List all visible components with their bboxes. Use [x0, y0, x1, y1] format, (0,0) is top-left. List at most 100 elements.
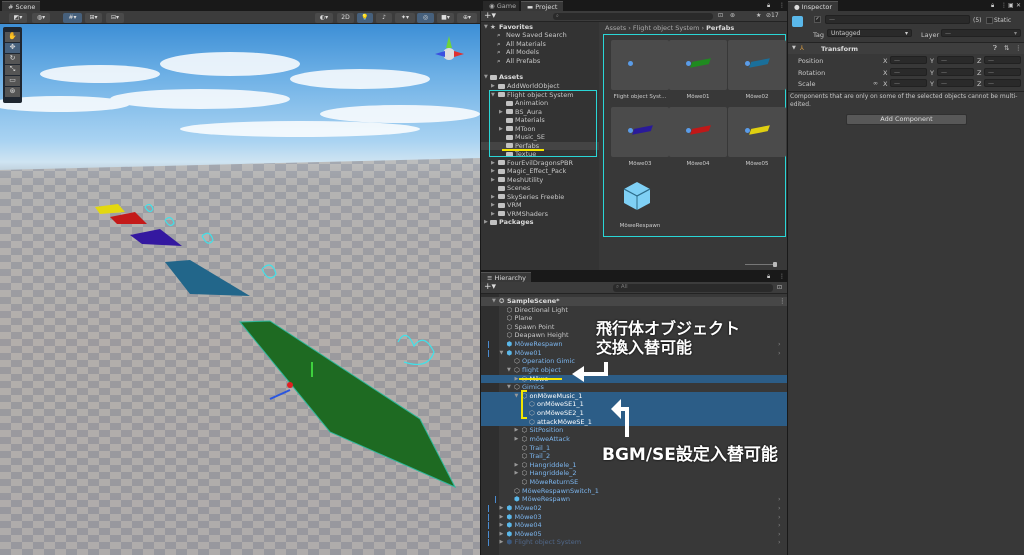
expand-arrow-icon[interactable]: ▶ [500, 530, 504, 539]
tab-project[interactable]: ▬ Project [521, 1, 563, 11]
panel-menu-icon[interactable]: ⋮ [779, 2, 785, 9]
folder-item[interactable]: ▶ FourEvilDragonsPBR [481, 159, 599, 168]
scene-viewport[interactable]: ✋ ✥ ↻ ⤡ ▭ ⊛ [0, 24, 480, 555]
expand-arrow-icon[interactable]: ▼ [507, 366, 511, 375]
favorite-item[interactable]: ⌕ All Models [481, 48, 599, 57]
rotation-y-field[interactable]: — [937, 67, 974, 76]
expand-arrow-icon[interactable]: ▶ [500, 521, 504, 530]
favorite-item[interactable]: ⌕ All Prefabs [481, 57, 599, 66]
expand-arrow-icon[interactable]: ▶ [491, 210, 495, 219]
scale-tool-button[interactable]: ⤡ [5, 65, 20, 75]
orientation-gizmo[interactable] [435, 36, 464, 60]
hierarchy-item[interactable]: ▶ ⬢ Möwe03 › [481, 513, 787, 522]
hierarchy-item[interactable]: ⬡ MöweReturnSE [481, 478, 787, 487]
layer-dropdown[interactable]: — ▾ [941, 29, 1021, 37]
expand-arrow-icon[interactable]: ▼ [515, 392, 519, 401]
scale-z-field[interactable]: — [984, 79, 1021, 87]
camera-settings-icon[interactable]: ■▾ [437, 13, 454, 23]
hierarchy-item[interactable]: ▼ ✪ SampleScene* ⋮ [481, 297, 787, 306]
create-button[interactable]: +▾ [484, 282, 496, 292]
expand-arrow-icon[interactable]: ▶ [491, 201, 495, 210]
close-icon[interactable]: ✕ [1016, 2, 1021, 9]
hierarchy-item[interactable]: ▶ ⬢ Möwe05 › [481, 530, 787, 539]
asset-tile[interactable]: Möwe04 [669, 107, 727, 169]
folder-item[interactable]: ▶ Magic_Effect_Pack [481, 167, 599, 176]
move-tool-button[interactable]: ✥ [5, 43, 20, 53]
breadcrumb-assets[interactable]: Assets [605, 24, 626, 32]
position-y-field[interactable]: — [937, 56, 974, 64]
lock-icon[interactable]: 🔒︎ [767, 2, 770, 10]
rotation-x-field[interactable]: — [890, 67, 927, 76]
chevron-right-icon[interactable]: › [778, 521, 781, 530]
expand-arrow-icon[interactable]: ▼ [507, 383, 511, 392]
hierarchy-item[interactable]: ▶ ⬡ Hangriddele_2 [481, 469, 787, 478]
scale-y-field[interactable]: — [937, 79, 974, 87]
expand-arrow-icon[interactable]: ▶ [500, 504, 504, 513]
asset-tile[interactable]: MöweRespawn [611, 175, 669, 237]
scene-menu-icon[interactable]: ⋮ [779, 297, 786, 306]
folder-item[interactable]: ▶ VRMShaders [481, 210, 599, 219]
expand-arrow-icon[interactable]: ▶ [515, 435, 519, 444]
grid-snap-button[interactable]: #▾ [63, 13, 82, 23]
chevron-right-icon[interactable]: › [778, 349, 781, 358]
asset-tile[interactable]: Möwe05 [728, 107, 786, 169]
transform-tool-button[interactable]: ⊛ [5, 87, 20, 97]
expand-arrow-icon[interactable]: ▶ [491, 159, 495, 168]
rotate-tool-button[interactable]: ↻ [5, 54, 20, 64]
expand-arrow-icon[interactable]: ▶ [500, 538, 504, 547]
effects-toggle-icon[interactable]: ✦▾ [395, 13, 415, 23]
hidden-objects-toggle-icon[interactable]: ◎ [417, 13, 434, 23]
folder-item[interactable]: Scenes [481, 184, 599, 193]
folder-item[interactable]: ▶ VRM [481, 201, 599, 210]
static-checkbox[interactable] [986, 17, 993, 24]
tab-game[interactable]: ◉ Game [483, 1, 519, 11]
breadcrumb-flight-object-system[interactable]: Flight object System [633, 24, 700, 32]
hierarchy-item[interactable]: ▶ ⬢ Möwe02 › [481, 504, 787, 513]
expand-arrow-icon[interactable]: ▶ [500, 513, 504, 522]
snap-increment-button[interactable]: ⊞▾ [85, 13, 102, 23]
create-button[interactable]: +▾ [484, 11, 496, 21]
expand-arrow-icon[interactable]: ▼ [492, 297, 496, 306]
panel-menu-icon[interactable]: ⋮ [1001, 2, 1007, 9]
rotation-z-field[interactable]: — [984, 67, 1021, 76]
project-search-input[interactable]: ⌕ [553, 13, 713, 20]
lock-icon[interactable]: 🔒︎ [767, 273, 770, 281]
hierarchy-item[interactable]: ⬢ MöweRespawn › [481, 495, 787, 504]
tab-hierarchy[interactable]: ≡ Hierarchy [481, 272, 531, 282]
add-component-button[interactable]: Add Component [846, 114, 967, 125]
draw-mode-button[interactable]: ◩▾ [9, 13, 27, 23]
chevron-right-icon[interactable]: › [778, 504, 781, 513]
gizmos-icon[interactable]: ⊕▾ [457, 13, 477, 23]
hidden-packages-toggle[interactable]: ⊘17 [766, 12, 779, 19]
assets-header[interactable]: ▼ Assets [481, 73, 599, 82]
component-menu-icon[interactable]: ⋮ [1015, 44, 1022, 52]
2d-toggle[interactable]: 2D [337, 13, 354, 23]
render-mode-button[interactable]: ◍▾ [32, 13, 50, 23]
asset-tile[interactable]: Flight object Syst... [611, 40, 669, 102]
expand-arrow-icon[interactable]: ▶ [515, 469, 519, 478]
preset-icon[interactable]: ⇅ [1004, 44, 1009, 52]
chevron-right-icon[interactable]: › [778, 495, 781, 504]
tab-inspector[interactable]: ● Inspector [788, 1, 838, 11]
thumbnail-size-slider[interactable] [745, 262, 777, 267]
lock-icon[interactable]: 🔒︎ [991, 2, 994, 10]
chevron-right-icon[interactable]: › [778, 538, 781, 547]
tag-dropdown[interactable]: Untagged ▾ [827, 29, 912, 37]
position-x-field[interactable]: — [890, 56, 927, 64]
help-icon[interactable]: ❓︎ [993, 44, 997, 53]
expand-arrow-icon[interactable]: ▶ [491, 167, 495, 176]
object-name-input[interactable]: — [825, 15, 970, 24]
rect-tool-button[interactable]: ▭ [5, 76, 20, 86]
chevron-right-icon[interactable]: › [778, 530, 781, 539]
hierarchy-item[interactable]: ▶ ⬢ Möwe04 › [481, 521, 787, 530]
favorite-item[interactable]: ⌕ New Saved Search [481, 31, 599, 40]
maximize-icon[interactable]: ▣ [1008, 2, 1014, 9]
panel-menu-icon[interactable]: ⋮ [779, 273, 785, 280]
hierarchy-item[interactable]: ⬡ MöweRespawnSwitch_1 [481, 487, 787, 496]
hand-tool-button[interactable]: ✋ [5, 32, 20, 42]
position-z-field[interactable]: — [984, 56, 1021, 64]
folder-item[interactable]: ▶ MeshUtility [481, 176, 599, 185]
transform-header[interactable]: ▼ ⅄ Transform ❓︎ ⇅ ⋮ [788, 43, 1024, 54]
shading-button[interactable]: ◐▾ [315, 13, 333, 23]
scale-link-icon[interactable]: ∞ [873, 80, 878, 87]
